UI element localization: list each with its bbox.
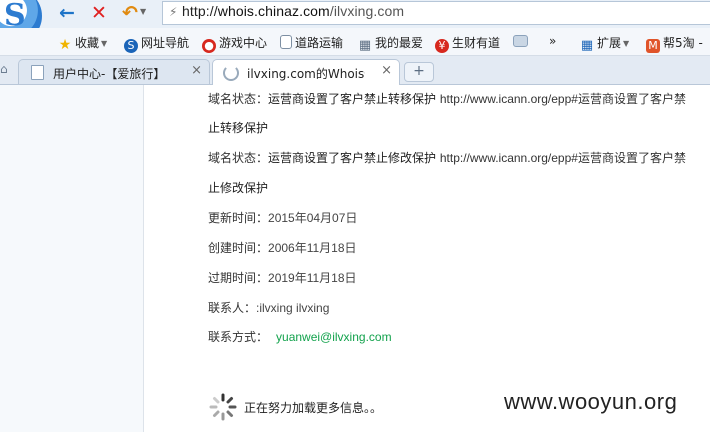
bookmark-folder[interactable] <box>513 34 531 48</box>
whois-status-2: 域名状态：运营商设置了客户禁止修改保护 http://www.icann.org… <box>208 151 686 165</box>
back-button[interactable]: ← <box>56 2 78 24</box>
arrow-left-icon: ← <box>59 2 75 24</box>
bookmark-money[interactable]: ¥ 生财有道 <box>435 34 500 53</box>
grid-icon: ▦ <box>358 38 372 53</box>
stop-button[interactable]: ✕ <box>88 2 110 24</box>
bookmark-extensions[interactable]: ▦ 扩展 ▼ <box>580 34 629 53</box>
whois-created: 创建时间：2006年11月18日 <box>208 241 357 255</box>
bookmarks-overflow[interactable]: » <box>549 34 556 48</box>
page-icon <box>280 35 292 49</box>
close-icon[interactable]: × <box>381 63 392 78</box>
close-icon: ✕ <box>91 2 107 24</box>
left-sidebar <box>0 85 144 432</box>
undo-icon: ↶ <box>122 2 138 24</box>
money-icon: ¥ <box>435 39 449 53</box>
url-prefix: http:// <box>182 3 218 19</box>
page-icon <box>31 65 44 80</box>
bookmark-game-center[interactable]: ● 游戏中心 <box>202 34 267 53</box>
loading-text: 正在努力加载更多信息。。 <box>244 401 383 415</box>
whois-contact-method: 联系方式： yuanwei@ilvxing.com <box>208 330 392 344</box>
loading-spinner-icon <box>209 393 237 421</box>
status-1-url[interactable]: http://www.icann.org/epp#运营商设置了客户禁 <box>440 92 686 106</box>
game-icon: ● <box>202 39 216 53</box>
chevron-down-icon: ▼ <box>623 39 630 48</box>
url-text[interactable]: http://whois.chinaz.com/ilvxing.com <box>182 3 404 19</box>
whois-status-2-wrap: 止修改保护 <box>208 181 269 195</box>
whois-expires: 过期时间：2019年11月18日 <box>208 271 357 285</box>
loading-icon <box>223 65 239 81</box>
whois-status-1: 域名状态：运营商设置了客户禁止转移保护 http://www.icann.org… <box>208 92 686 106</box>
star-icon: ★ <box>58 37 72 53</box>
url-host: whois.chinaz.com <box>217 3 330 19</box>
apps-icon: ▦ <box>580 38 594 53</box>
whois-status-1-wrap: 止转移保护 <box>208 121 269 135</box>
contact-email-link[interactable]: yuanwei@ilvxing.com <box>276 330 392 344</box>
whois-updated: 更新时间：2015年04月07日 <box>208 211 358 225</box>
bookmark-favorites[interactable]: ★ 收藏 ▼ <box>58 34 107 52</box>
status-2-url[interactable]: http://www.icann.org/epp#运营商设置了客户禁 <box>440 151 686 165</box>
close-icon[interactable]: × <box>191 63 202 78</box>
tab-label: 用户中心-【爱旅行】 <box>53 67 166 81</box>
bookmark-my-favorites[interactable]: ▦ 我的最爱 <box>358 34 423 53</box>
folder-icon <box>513 35 528 47</box>
whois-contact: 联系人：:ilvxing ilvxing <box>208 301 330 315</box>
m-icon: M <box>646 39 660 53</box>
new-tab-button[interactable]: + <box>404 62 434 82</box>
tab-whois[interactable]: ilvxing.com的Whois信息 × <box>212 59 400 85</box>
url-path: /ilvxing.com <box>329 3 405 19</box>
sogou-icon: S <box>124 39 138 53</box>
home-icon[interactable]: ⌂ <box>0 62 8 76</box>
bookmark-bang5tao[interactable]: M 帮5淘 - <box>646 34 703 53</box>
tab-user-center[interactable]: 用户中心-【爱旅行】 × <box>18 59 210 84</box>
tab-label: ilvxing.com的Whois信息 <box>247 67 365 81</box>
watermark: www.wooyun.org <box>504 389 678 414</box>
bookmark-road-transport[interactable]: 道路运输 <box>280 34 343 51</box>
undo-button[interactable]: ↶ <box>119 2 141 24</box>
lightning-icon: ⚡ <box>169 5 178 19</box>
chevron-down-icon[interactable]: ▼ <box>140 7 146 16</box>
chevron-down-icon: ▼ <box>101 39 108 48</box>
bookmark-nav[interactable]: S 网址导航 <box>124 34 189 53</box>
